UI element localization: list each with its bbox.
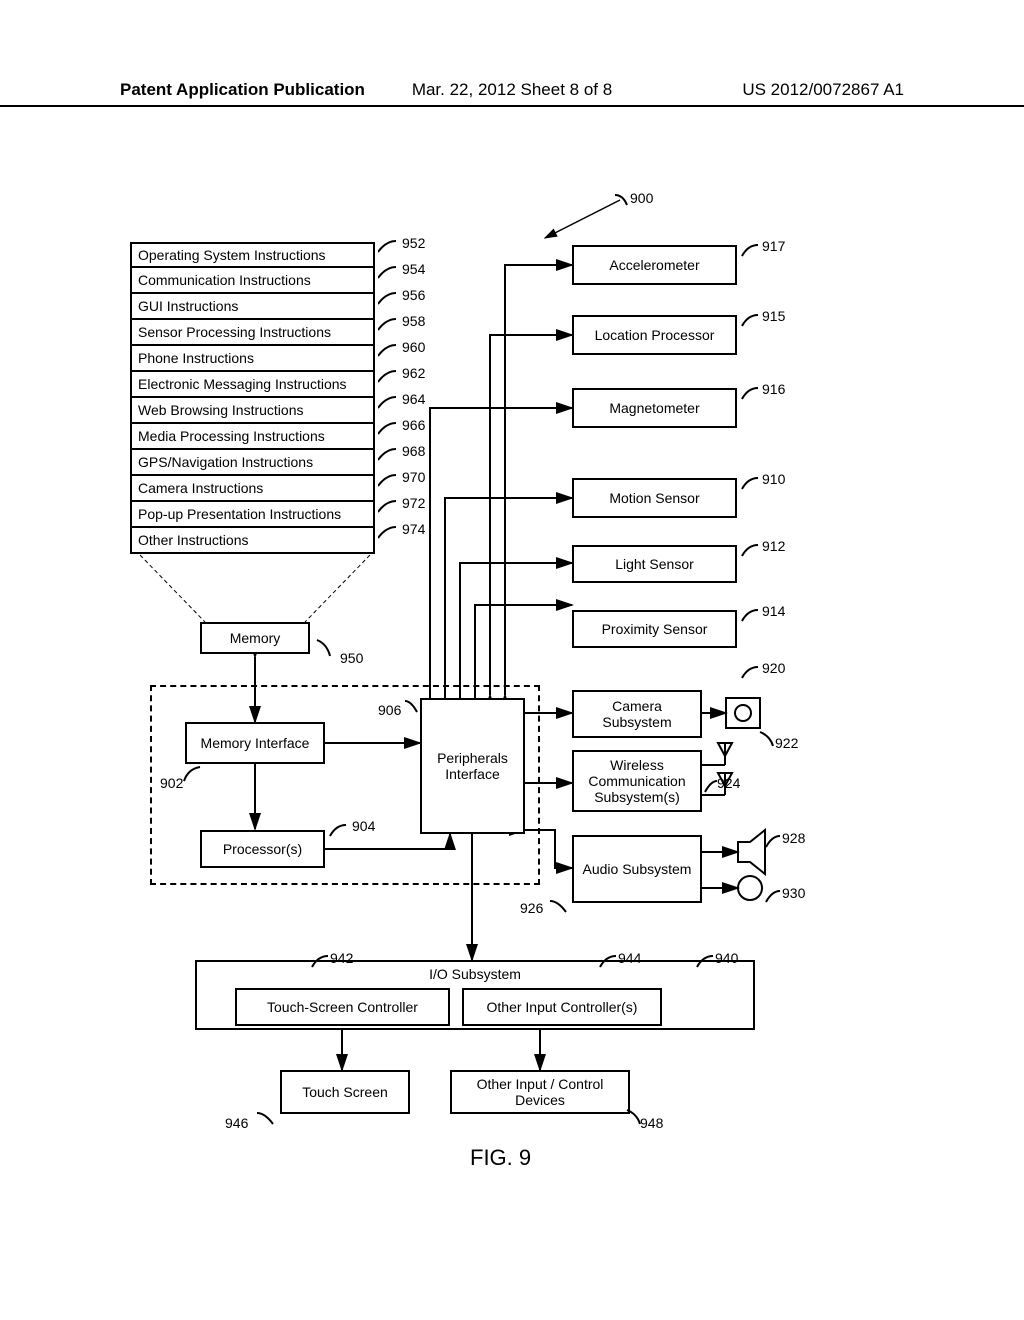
header-rule	[0, 105, 1024, 107]
instruction-stack: Operating System Instructions Communicat…	[130, 242, 375, 554]
hook-icon	[548, 898, 570, 916]
ref-light: 912	[762, 538, 785, 554]
ref-motion: 910	[762, 471, 785, 487]
hook-icon	[625, 1108, 647, 1126]
hook-icon	[758, 730, 778, 748]
hook-icon	[740, 385, 762, 403]
hook-col	[378, 238, 400, 558]
hook-icon	[740, 242, 762, 260]
touch-screen-box: Touch Screen	[280, 1070, 410, 1114]
inst-ref: 952	[402, 235, 425, 251]
inst-row: Phone Instructions	[130, 346, 375, 372]
inst-ref: 964	[402, 391, 425, 407]
light-box: Light Sensor	[572, 545, 737, 583]
hook-icon	[740, 475, 762, 493]
inst-row: Pop-up Presentation Instructions	[130, 502, 375, 528]
inst-row: Media Processing Instructions	[130, 424, 375, 450]
inst-ref: 954	[402, 261, 425, 277]
ref-speaker: 928	[782, 830, 805, 846]
camera-subsystem-box: Camera Subsystem	[572, 690, 702, 738]
hook-icon	[403, 698, 421, 716]
ref-memory: 950	[340, 650, 363, 666]
ref-periph: 906	[378, 702, 401, 718]
hook-icon	[740, 542, 762, 560]
hook-icon	[613, 193, 631, 208]
header-right: US 2012/0072867 A1	[742, 80, 904, 100]
header-left: Patent Application Publication	[120, 80, 365, 99]
ref-mic: 930	[782, 885, 805, 901]
inst-ref: 966	[402, 417, 425, 433]
hook-icon	[328, 822, 350, 840]
inst-row: GUI Instructions	[130, 294, 375, 320]
inst-ref: 956	[402, 287, 425, 303]
inst-row: Camera Instructions	[130, 476, 375, 502]
ref-accel: 917	[762, 238, 785, 254]
figure-label: FIG. 9	[470, 1145, 531, 1171]
proximity-box: Proximity Sensor	[572, 610, 737, 648]
io-label: I/O Subsystem	[429, 966, 521, 982]
other-controller-box: Other Input Controller(s)	[462, 988, 662, 1026]
ref-touch-ctrl: 942	[330, 950, 353, 966]
accelerometer-box: Accelerometer	[572, 245, 737, 285]
ref-io: 940	[715, 950, 738, 966]
motion-box: Motion Sensor	[572, 478, 737, 518]
hook-icon	[740, 312, 762, 330]
peripherals-box: Peripherals Interface	[420, 698, 525, 834]
ref-mem-if: 902	[160, 775, 183, 791]
hook-icon	[703, 778, 721, 796]
audio-box: Audio Subsystem	[572, 835, 702, 903]
header-mid: Mar. 22, 2012 Sheet 8 of 8	[412, 80, 612, 100]
ref-mag: 916	[762, 381, 785, 397]
hook-icon	[598, 953, 620, 971]
inst-ref: 970	[402, 469, 425, 485]
ref-prox: 914	[762, 603, 785, 619]
inst-ref: 974	[402, 521, 425, 537]
hook-icon	[255, 1110, 277, 1128]
touch-controller-box: Touch-Screen Controller	[235, 988, 450, 1026]
ref-touch: 946	[225, 1115, 248, 1131]
hook-icon	[740, 607, 762, 625]
inst-ref: 968	[402, 443, 425, 459]
ref-camera-icon: 922	[775, 735, 798, 751]
inst-row: Sensor Processing Instructions	[130, 320, 375, 346]
memory-interface-box: Memory Interface	[185, 722, 325, 764]
hook-icon	[764, 833, 784, 851]
inst-row: Other Instructions	[130, 528, 375, 554]
hook-icon	[740, 664, 762, 682]
ref-proc: 904	[352, 818, 375, 834]
inst-row: Operating System Instructions	[130, 242, 375, 268]
inst-row: Web Browsing Instructions	[130, 398, 375, 424]
inst-ref: 972	[402, 495, 425, 511]
wireless-box: Wireless Communication Subsystem(s)	[572, 750, 702, 812]
hook-icon	[315, 638, 337, 660]
ref-audio: 926	[520, 900, 543, 916]
processor-box: Processor(s)	[200, 830, 325, 868]
diagram-canvas: 900 Operating System Instructions Commun…	[120, 190, 904, 1190]
other-devices-box: Other Input / Control Devices	[450, 1070, 630, 1114]
hook-icon	[695, 953, 717, 971]
magnetometer-box: Magnetometer	[572, 388, 737, 428]
inst-row: Electronic Messaging Instructions	[130, 372, 375, 398]
memory-box: Memory	[200, 622, 310, 654]
hook-icon	[310, 953, 332, 971]
ref-900: 900	[630, 190, 653, 206]
hook-icon	[182, 765, 204, 785]
ref-loc: 915	[762, 308, 785, 324]
inst-ref: 960	[402, 339, 425, 355]
location-box: Location Processor	[572, 315, 737, 355]
ref-other-ctrl: 944	[618, 950, 641, 966]
inst-row: GPS/Navigation Instructions	[130, 450, 375, 476]
inst-row: Communication Instructions	[130, 268, 375, 294]
inst-ref: 962	[402, 365, 425, 381]
hook-icon	[764, 888, 784, 906]
inst-ref: 958	[402, 313, 425, 329]
ref-camera-sub: 920	[762, 660, 785, 676]
